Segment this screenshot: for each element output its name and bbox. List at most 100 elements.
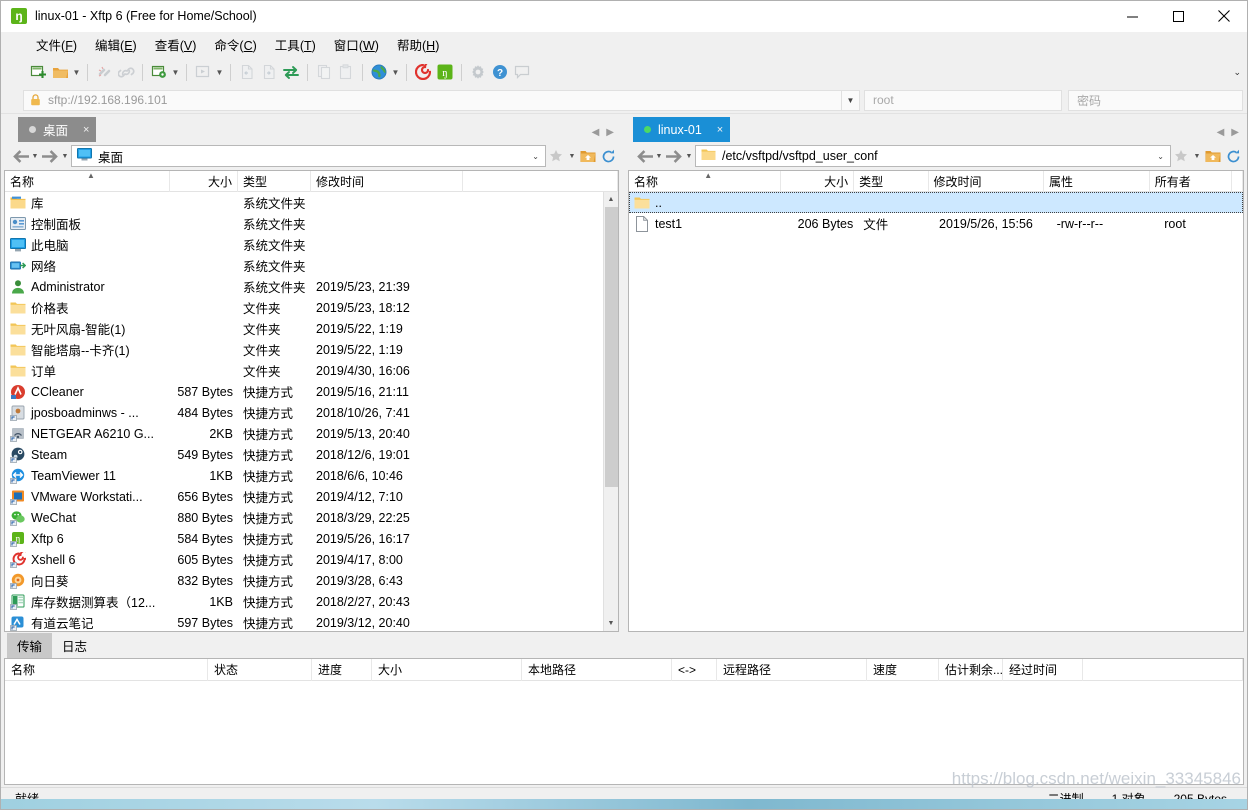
transfer-header-local-path[interactable]: 本地路径 <box>522 658 672 681</box>
header-modified[interactable]: 修改时间 <box>311 171 463 192</box>
tab-scroll-left-icon[interactable]: ◀ <box>1217 127 1225 138</box>
table-row[interactable]: 控制面板 系统文件夹 <box>5 213 618 234</box>
transfer-header-name[interactable]: 名称 <box>5 658 208 681</box>
table-row[interactable]: Xshell 6 605 Bytes 快捷方式 2019/4/17, 8:00 <box>5 549 618 570</box>
toolbar-overflow-icon[interactable]: ⌄ <box>1233 57 1241 87</box>
session-properties-icon[interactable] <box>148 61 170 83</box>
tab-close-icon[interactable]: × <box>83 124 89 136</box>
username-input[interactable]: root <box>864 89 1062 111</box>
local-list-body[interactable]: 库系统文件夹 控制面板 系统文件夹 此电脑 系统文件夹 网络 系统文件夹 Administra… <box>5 192 618 631</box>
table-row[interactable]: Steam 549 Bytes 快捷方式 2018/12/6, 19:01 <box>5 444 618 465</box>
header-size[interactable]: 大小 <box>170 171 238 192</box>
menu-command[interactable]: 命令(C) <box>205 32 265 57</box>
menu-view[interactable]: 查看(V) <box>146 32 206 57</box>
forward-history-dropdown-icon[interactable]: ▼ <box>59 145 71 167</box>
transfer-header-speed[interactable]: 速度 <box>867 658 939 681</box>
browser-dropdown-icon[interactable]: ▼ <box>390 61 401 83</box>
refresh-icon[interactable] <box>598 145 618 167</box>
table-row[interactable]: .. <box>629 192 1243 213</box>
tab-scroll-left-icon[interactable]: ◀ <box>592 127 600 138</box>
home-folder-icon[interactable] <box>1203 145 1223 167</box>
remote-path-input[interactable]: /etc/vsftpd/vsftpd_user_conf ⌄ <box>695 145 1171 167</box>
transfer-header-size[interactable]: 大小 <box>372 658 522 681</box>
local-path-dropdown-icon[interactable]: ⌄ <box>532 152 539 161</box>
back-history-dropdown-icon[interactable]: ▼ <box>653 145 665 167</box>
tab-close-icon[interactable]: × <box>717 124 723 136</box>
table-row[interactable]: CCleaner 587 Bytes 快捷方式 2019/5/16, 21:11 <box>5 381 618 402</box>
header-type[interactable]: 类型 <box>238 171 311 192</box>
tab-log[interactable]: 日志 <box>52 633 97 658</box>
transfer-header-remote-path[interactable]: 远程路径 <box>717 658 867 681</box>
transfer-header-direction[interactable]: <-> <box>672 658 717 681</box>
table-row[interactable]: VMware Workstati... 656 Bytes 快捷方式 2019/4/1… <box>5 486 618 507</box>
tab-scroll-right-icon[interactable]: ▶ <box>1231 127 1239 138</box>
url-dropdown-icon[interactable]: ▼ <box>842 89 860 111</box>
scroll-up-icon[interactable]: ▲ <box>604 192 619 207</box>
table-row[interactable]: Administrator 系统文件夹 2019/5/23, 21:39 <box>5 276 618 297</box>
table-row[interactable]: ŋ Xftp 6 584 Bytes 快捷方式 2019/5/26, 16:17 <box>5 528 618 549</box>
bookmark-dropdown-icon[interactable]: ▼ <box>566 145 578 167</box>
header-attributes[interactable]: 属性 <box>1044 171 1150 192</box>
browser-icon[interactable] <box>368 61 390 83</box>
table-row[interactable]: 库 系统文件夹 <box>5 192 618 213</box>
url-input[interactable]: sftp://192.168.196.101 <box>23 89 842 111</box>
transfer-header-progress[interactable]: 进度 <box>312 658 372 681</box>
transfer-header-eta[interactable]: 估计剩余... <box>939 658 1003 681</box>
sync-transfer-icon[interactable] <box>280 61 302 83</box>
menu-file[interactable]: 文件(F) <box>27 32 86 57</box>
menu-help[interactable]: 帮助(H) <box>388 32 448 57</box>
table-row[interactable]: WeChat 880 Bytes 快捷方式 2018/3/29, 22:25 <box>5 507 618 528</box>
scroll-thumb[interactable] <box>604 207 618 487</box>
scroll-down-icon[interactable]: ▼ <box>604 616 619 631</box>
xftp-icon[interactable]: ŋ <box>434 61 456 83</box>
table-row[interactable]: jposboadminws - ... 484 Bytes 快捷方式 2018/10/… <box>5 402 618 423</box>
forward-icon[interactable] <box>665 145 683 167</box>
table-row[interactable]: 此电脑 系统文件夹 <box>5 234 618 255</box>
remote-path-dropdown-icon[interactable]: ⌄ <box>1157 152 1164 161</box>
header-modified[interactable]: 修改时间 <box>929 171 1045 192</box>
table-row[interactable]: 有道云笔记 597 Bytes 快捷方式 2019/3/12, 20:40 <box>5 612 618 631</box>
menu-edit[interactable]: 编辑(E) <box>86 32 146 57</box>
home-folder-icon[interactable] <box>578 145 598 167</box>
open-folder-dropdown-icon[interactable]: ▼ <box>71 61 82 83</box>
close-icon[interactable] <box>1201 1 1247 32</box>
menu-window[interactable]: 窗口(W) <box>325 32 388 57</box>
bookmark-star-icon[interactable] <box>546 145 566 167</box>
table-row[interactable]: 网络 系统文件夹 <box>5 255 618 276</box>
tab-scroll-right-icon[interactable]: ▶ <box>606 127 614 138</box>
maximize-icon[interactable] <box>1155 1 1201 32</box>
transfer-grid-body[interactable] <box>5 681 1243 784</box>
transfer-header-status[interactable]: 状态 <box>208 658 312 681</box>
table-row[interactable]: 价格表 文件夹 2019/5/23, 18:12 <box>5 297 618 318</box>
forward-history-dropdown-icon[interactable]: ▼ <box>683 145 695 167</box>
refresh-icon[interactable] <box>1223 145 1243 167</box>
table-row[interactable]: 库存数据测算表（12... 1KB 快捷方式 2018/2/27, 20:43 <box>5 591 618 612</box>
table-row[interactable]: 智能塔扇--卡齐(1) 文件夹 2019/5/22, 1:19 <box>5 339 618 360</box>
table-row[interactable]: test1 206 Bytes 文件 2019/5/26, 15:56 -rw-r--r… <box>629 213 1243 234</box>
tab-linux-01[interactable]: linux-01 × <box>633 117 731 142</box>
back-history-dropdown-icon[interactable]: ▼ <box>29 145 41 167</box>
help-icon[interactable]: ? <box>489 61 511 83</box>
table-row[interactable]: 订单 文件夹 2019/4/30, 16:06 <box>5 360 618 381</box>
password-input[interactable]: 密码 <box>1068 89 1243 111</box>
tab-desktop[interactable]: 桌面 × <box>18 117 97 142</box>
xshell-icon[interactable] <box>412 61 434 83</box>
table-row[interactable]: 无叶风扇-智能(1) 文件夹 2019/5/22, 1:19 <box>5 318 618 339</box>
header-name[interactable]: 名称 ▲ <box>5 171 170 192</box>
header-size[interactable]: 大小 <box>781 171 855 192</box>
table-row[interactable]: NETGEAR A6210 G... 2KB 快捷方式 2019/5/13, 20:4… <box>5 423 618 444</box>
header-owner[interactable]: 所有者 <box>1150 171 1232 192</box>
back-icon[interactable] <box>11 145 29 167</box>
header-name[interactable]: 名称 ▲ <box>629 171 781 192</box>
bookmark-star-icon[interactable] <box>1171 145 1191 167</box>
scroll-track[interactable] <box>604 207 619 616</box>
minimize-icon[interactable] <box>1109 1 1155 32</box>
new-session-icon[interactable] <box>27 61 49 83</box>
local-vertical-scrollbar[interactable]: ▲ ▼ <box>603 192 618 631</box>
tab-transfer[interactable]: 传输 <box>7 633 53 658</box>
forward-icon[interactable] <box>41 145 59 167</box>
table-row[interactable]: 向日葵 832 Bytes 快捷方式 2019/3/28, 6:43 <box>5 570 618 591</box>
transfer-header-elapsed[interactable]: 经过时间 <box>1003 658 1083 681</box>
bookmark-dropdown-icon[interactable]: ▼ <box>1191 145 1203 167</box>
menu-tools[interactable]: 工具(T) <box>266 32 325 57</box>
